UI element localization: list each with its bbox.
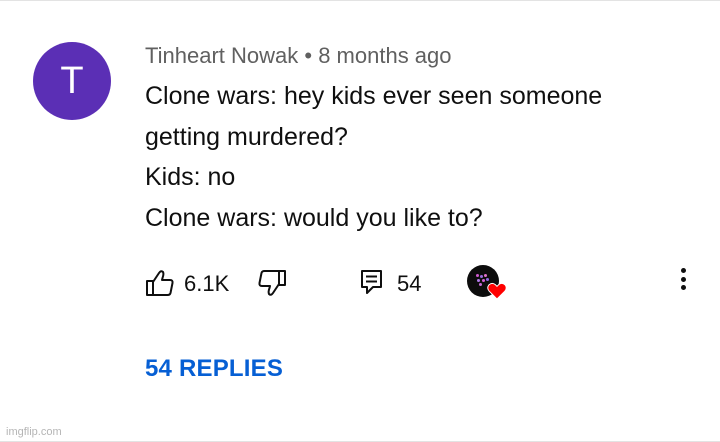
comment-timestamp[interactable]: 8 months ago <box>318 43 451 68</box>
watermark-text: imgflip.com <box>6 426 62 438</box>
comment-icon[interactable] <box>359 268 385 301</box>
comment-header: Tinheart Nowak • 8 months ago <box>145 43 452 69</box>
thumbs-up-icon[interactable] <box>145 268 175 303</box>
meta-separator: • <box>304 43 313 68</box>
author-avatar[interactable]: T <box>33 42 111 120</box>
comment-line: Clone wars: would you like to? <box>145 203 483 232</box>
view-replies-button[interactable]: 54 REPLIES <box>145 355 283 383</box>
comment-text: Clone wars: hey kids ever seen someone g… <box>145 79 602 241</box>
comment-line: Kids: no <box>145 163 236 191</box>
creator-heart-icon <box>487 282 507 305</box>
reply-count: 54 <box>397 271 422 296</box>
more-vertical-icon[interactable] <box>676 268 690 296</box>
comment-line: Clone wars: hey kids ever seen someone <box>145 82 603 110</box>
comment-line: getting murdered? <box>145 122 348 151</box>
like-count: 6.1K <box>184 271 230 296</box>
comment-card: T Tinheart Nowak • 8 months ago Clone wa… <box>0 0 720 442</box>
thumbs-down-icon[interactable] <box>257 268 287 303</box>
author-name[interactable]: Tinheart Nowak <box>145 43 298 68</box>
avatar-letter: T <box>60 59 84 102</box>
creator-heart-badge <box>467 265 507 301</box>
